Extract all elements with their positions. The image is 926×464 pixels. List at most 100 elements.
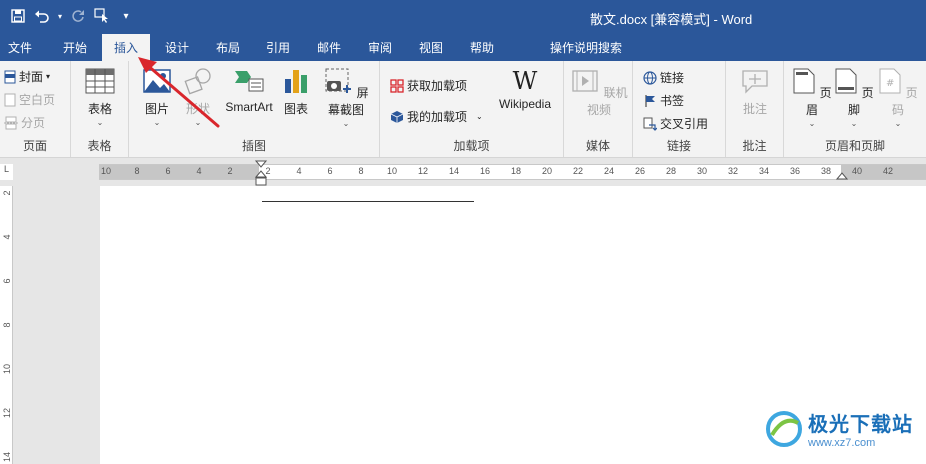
cover-page-icon (4, 70, 16, 83)
vertical-ruler-tick-label: 2 (2, 190, 12, 196)
ruler-tick-label: 22 (572, 166, 584, 176)
tab-file[interactable]: 文件 (8, 39, 32, 56)
tell-me-search[interactable]: 操作说明搜索 (550, 39, 622, 56)
tab-home[interactable]: 开始 (63, 39, 87, 56)
vertical-ruler-tick-label: 6 (2, 278, 12, 284)
ribbon-insert: 封面 ▾ 空白页 分页 页面 表格 ⌄ 表格 图片 ⌄ 形状 ⌄ SmartAr… (0, 61, 926, 158)
ruler-tick-label: 34 (758, 166, 770, 176)
redo-icon[interactable] (68, 6, 88, 26)
smartart-label: SmartArt (225, 100, 273, 114)
wikipedia-icon: W (512, 67, 538, 95)
smartart-icon (235, 71, 264, 92)
table-icon (85, 68, 115, 94)
ruler-tick-label: 6 (165, 166, 171, 176)
picture-icon (143, 69, 171, 93)
video-icon (572, 70, 598, 92)
tab-help[interactable]: 帮助 (470, 39, 494, 56)
group-label-comments: 批注 (742, 139, 767, 153)
ruler-tick-label: 30 (696, 166, 708, 176)
tab-insert[interactable]: 插入 (102, 34, 151, 61)
picture-button[interactable]: 图片 ⌄ (141, 67, 173, 127)
save-icon[interactable] (8, 6, 28, 26)
ribbon-tab-bar: 文件 开始 插入 设计 布局 引用 邮件 审阅 视图 帮助 操作说明搜索 (0, 34, 926, 88)
group-pages: 封面 ▾ 空白页 分页 页面 (0, 61, 71, 157)
store-icon (390, 78, 404, 93)
picture-label: 图片 (144, 102, 169, 116)
page-break-icon (4, 116, 18, 129)
my-addins-icon (390, 110, 404, 123)
online-video-button[interactable]: 联机视频 (570, 67, 628, 118)
table-label: 表格 (87, 102, 112, 116)
ruler-tick-label: 36 (789, 166, 801, 176)
group-label-addins: 加载项 (453, 139, 490, 153)
group-label-media: 媒体 (585, 139, 610, 153)
group-label-illustrations: 插图 (241, 139, 266, 153)
page-number-button[interactable]: # 页码 ⌄ (878, 67, 918, 128)
chart-button[interactable]: 图表 (281, 67, 311, 117)
smartart-button[interactable]: SmartArt (221, 67, 277, 114)
get-addins-button[interactable]: 获取加载项 (390, 77, 467, 94)
left-margin-region (99, 165, 259, 179)
my-addins-button[interactable]: 我的加载项 ⌄ (390, 108, 483, 125)
ruler-tick-label: 28 (665, 166, 677, 176)
svg-text:#: # (886, 78, 894, 89)
bookmark-button[interactable]: 书签 (643, 92, 684, 109)
tab-layout[interactable]: 布局 (216, 39, 240, 56)
comment-button[interactable]: 批注 (734, 67, 776, 117)
blank-page-icon (4, 93, 16, 106)
ruler-tick-label: 40 (851, 166, 863, 176)
chart-icon (285, 70, 307, 93)
group-illustrations: 图片 ⌄ 形状 ⌄ SmartArt 图表 屏幕截图 ⌄ 插图 (129, 61, 380, 157)
group-header-footer: 页眉 ⌄ 页脚 ⌄ # 页码 ⌄ 页眉和页脚 (784, 61, 926, 157)
group-label-links: 链接 (666, 139, 691, 153)
quick-access-toolbar: ▾ ▾ (8, 6, 136, 26)
ruler-tick-label: 10 (100, 166, 112, 176)
tab-view[interactable]: 视图 (419, 39, 443, 56)
watermark-url: www.xz7.com (808, 437, 876, 449)
vertical-ruler[interactable]: 2 4 6 8 10 12 14 (0, 186, 13, 464)
shapes-icon (184, 68, 211, 95)
ruler-tick-label: 8 (134, 166, 140, 176)
ruler-tick-label: 26 (634, 166, 646, 176)
screenshot-button[interactable]: 屏幕截图 ⌄ (319, 67, 373, 128)
vertical-ruler-tick-label: 4 (2, 234, 12, 240)
tab-design[interactable]: 设计 (165, 39, 189, 56)
right-indent-marker-icon[interactable] (836, 171, 848, 181)
shapes-button[interactable]: 形状 ⌄ (181, 67, 215, 127)
link-button[interactable]: 链接 (643, 69, 684, 86)
ruler-tick-label: 20 (541, 166, 553, 176)
touch-mode-icon[interactable] (92, 6, 112, 26)
ruler-tick-label: 4 (196, 166, 202, 176)
ruler-tick-label: 24 (603, 166, 615, 176)
ruler-tick-label: 16 (479, 166, 491, 176)
undo-icon[interactable] (32, 6, 52, 26)
undo-dropdown-icon[interactable]: ▾ (56, 6, 64, 26)
customize-icon[interactable]: ▾ (116, 6, 136, 26)
watermark: 极光下载站 www.xz7.com (764, 408, 913, 449)
ruler-tick-label: 6 (327, 166, 333, 176)
wikipedia-button[interactable]: W Wikipedia (492, 67, 558, 111)
group-media: 联机视频 媒体 (564, 61, 633, 157)
tab-review[interactable]: 审阅 (368, 39, 392, 56)
group-label-tables: 表格 (87, 139, 112, 153)
table-button[interactable]: 表格 ⌄ (81, 67, 119, 127)
ruler-tick-label: 14 (448, 166, 460, 176)
header-button[interactable]: 页眉 ⌄ (792, 67, 832, 128)
tab-mailings[interactable]: 邮件 (317, 39, 341, 56)
indent-marker-icon[interactable] (255, 160, 267, 188)
cover-page-button[interactable]: 封面 ▾ (4, 68, 50, 85)
ruler-tick-label: 32 (727, 166, 739, 176)
document-text-line (262, 201, 474, 202)
my-addins-label: 我的加载项 (407, 110, 468, 124)
footer-button[interactable]: 页脚 ⌄ (834, 67, 874, 128)
screenshot-icon (325, 68, 352, 93)
chart-label: 图表 (283, 102, 308, 116)
footer-icon (835, 68, 857, 94)
comment-label: 批注 (742, 102, 767, 116)
horizontal-ruler[interactable]: 10 8 6 4 2 2 4 6 8 10 12 14 16 18 20 22 24 26 28 30 32 34 36 38… (99, 164, 926, 180)
tab-references[interactable]: 引用 (266, 39, 290, 56)
blank-page-button[interactable]: 空白页 (4, 91, 55, 108)
tab-selector[interactable]: L (0, 164, 13, 180)
page-break-button[interactable]: 分页 (4, 114, 45, 131)
cross-reference-button[interactable]: 交叉引用 (643, 115, 708, 132)
